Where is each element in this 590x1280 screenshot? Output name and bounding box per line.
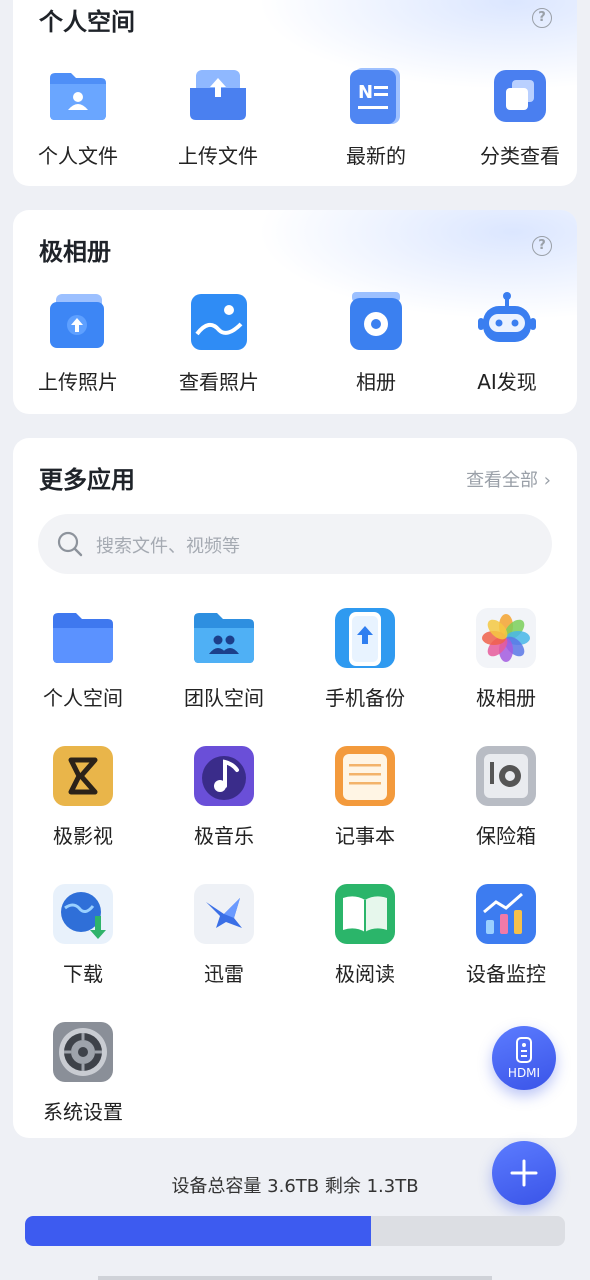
team-folder-icon bbox=[192, 606, 256, 670]
remote-control-icon bbox=[516, 1037, 532, 1063]
app-device-monitor[interactable]: 设备监控 bbox=[436, 882, 576, 987]
upload-files-label: 上传文件 bbox=[178, 144, 258, 168]
help-icon[interactable]: ? bbox=[532, 236, 552, 256]
categories-item[interactable]: 分类查看 bbox=[450, 64, 577, 169]
app-music[interactable]: 极音乐 bbox=[154, 744, 294, 849]
app-team-space[interactable]: 团队空间 bbox=[154, 606, 294, 711]
personal-files-item[interactable]: 个人文件 bbox=[13, 64, 148, 169]
download-globe-icon bbox=[51, 882, 115, 946]
chevron-right-icon: › bbox=[543, 470, 551, 491]
app-label: 极相册 bbox=[476, 686, 536, 710]
personal-space-title: 个人空间 bbox=[39, 8, 135, 36]
storage-progress-fill bbox=[25, 1216, 371, 1246]
book-icon bbox=[333, 882, 397, 946]
music-icon bbox=[192, 744, 256, 808]
app-label: 个人空间 bbox=[43, 686, 123, 710]
ai-robot-icon bbox=[475, 290, 539, 354]
categories-label: 分类查看 bbox=[480, 144, 560, 168]
view-photos-label: 查看照片 bbox=[179, 370, 259, 394]
album-icon bbox=[344, 290, 408, 354]
search-icon bbox=[57, 531, 83, 557]
app-safe[interactable]: 保险箱 bbox=[436, 744, 576, 849]
app-reader[interactable]: 极阅读 bbox=[295, 882, 435, 987]
app-video[interactable]: 极影视 bbox=[13, 744, 153, 849]
ai-discover-label: AI发现 bbox=[477, 370, 537, 394]
safe-icon bbox=[474, 744, 538, 808]
latest-label: 最新的 bbox=[346, 144, 406, 168]
notepad-icon bbox=[333, 744, 397, 808]
notes-icon: N bbox=[344, 64, 408, 128]
upload-folder-icon bbox=[186, 64, 250, 128]
view-photo-icon bbox=[187, 290, 251, 354]
app-label: 记事本 bbox=[335, 824, 395, 848]
app-system-settings[interactable]: 系统设置 bbox=[13, 1020, 153, 1125]
thunder-bird-icon bbox=[192, 882, 256, 946]
app-download[interactable]: 下载 bbox=[13, 882, 153, 987]
app-label: 系统设置 bbox=[43, 1100, 123, 1124]
storage-caption: 设备总容量 3.6TB 剩余 1.3TB bbox=[171, 1176, 419, 1197]
view-photos-item[interactable]: 查看照片 bbox=[149, 290, 289, 395]
personal-space-card: 个人空间 ? 个人文件 上传文件 N 最新的 分类查看 bbox=[13, 0, 577, 186]
search-input[interactable]: 搜索文件、视频等 bbox=[38, 514, 552, 574]
see-all-link[interactable]: 查看全部 › bbox=[466, 466, 551, 492]
album-card: 极相册 ? 上传照片 查看照片 相册 AI发现 bbox=[13, 210, 577, 414]
video-icon bbox=[51, 744, 115, 808]
app-label: 极影视 bbox=[53, 824, 113, 848]
search-placeholder: 搜索文件、视频等 bbox=[96, 536, 240, 557]
upload-photos-item[interactable]: 上传照片 bbox=[13, 290, 148, 395]
app-label: 极阅读 bbox=[335, 962, 395, 986]
latest-item[interactable]: N 最新的 bbox=[306, 64, 446, 169]
monitor-chart-icon bbox=[474, 882, 538, 946]
svg-text:N: N bbox=[358, 82, 373, 103]
app-photos[interactable]: 极相册 bbox=[436, 606, 576, 711]
settings-gear-icon bbox=[51, 1020, 115, 1084]
see-all-label: 查看全部 bbox=[466, 470, 539, 491]
album-title: 极相册 bbox=[39, 238, 111, 266]
home-indicator bbox=[98, 1276, 492, 1280]
upload-photos-label: 上传照片 bbox=[38, 370, 118, 394]
hdmi-label: HDMI bbox=[507, 1066, 541, 1080]
app-label: 手机备份 bbox=[325, 686, 405, 710]
hdmi-remote-button[interactable]: HDMI bbox=[492, 1026, 556, 1090]
person-folder-icon bbox=[46, 64, 110, 128]
app-label: 下载 bbox=[63, 962, 103, 986]
personal-files-label: 个人文件 bbox=[38, 144, 118, 168]
album-item[interactable]: 相册 bbox=[306, 290, 446, 395]
categories-icon bbox=[488, 64, 552, 128]
upload-files-item[interactable]: 上传文件 bbox=[148, 64, 288, 169]
app-notepad[interactable]: 记事本 bbox=[295, 744, 435, 849]
app-label: 团队空间 bbox=[184, 686, 264, 710]
album-label: 相册 bbox=[356, 370, 396, 394]
help-icon[interactable]: ? bbox=[532, 8, 552, 28]
more-apps-title: 更多应用 bbox=[39, 466, 135, 494]
app-label: 设备监控 bbox=[466, 962, 546, 986]
ai-discover-item[interactable]: AI发现 bbox=[437, 290, 577, 395]
upload-photo-icon bbox=[46, 290, 110, 354]
storage-progress-bar bbox=[25, 1216, 565, 1246]
more-apps-card: 更多应用 查看全部 › 搜索文件、视频等 个人空间 团队空间 手机备份 极相册 … bbox=[13, 438, 577, 1138]
app-phone-backup[interactable]: 手机备份 bbox=[295, 606, 435, 711]
app-label: 极音乐 bbox=[194, 824, 254, 848]
blue-folder-icon bbox=[51, 606, 115, 670]
app-label: 保险箱 bbox=[476, 824, 536, 848]
photos-flower-icon bbox=[474, 606, 538, 670]
phone-backup-icon bbox=[333, 606, 397, 670]
app-personal-space[interactable]: 个人空间 bbox=[13, 606, 153, 711]
app-thunder[interactable]: 迅雷 bbox=[154, 882, 294, 987]
app-label: 迅雷 bbox=[204, 962, 244, 986]
